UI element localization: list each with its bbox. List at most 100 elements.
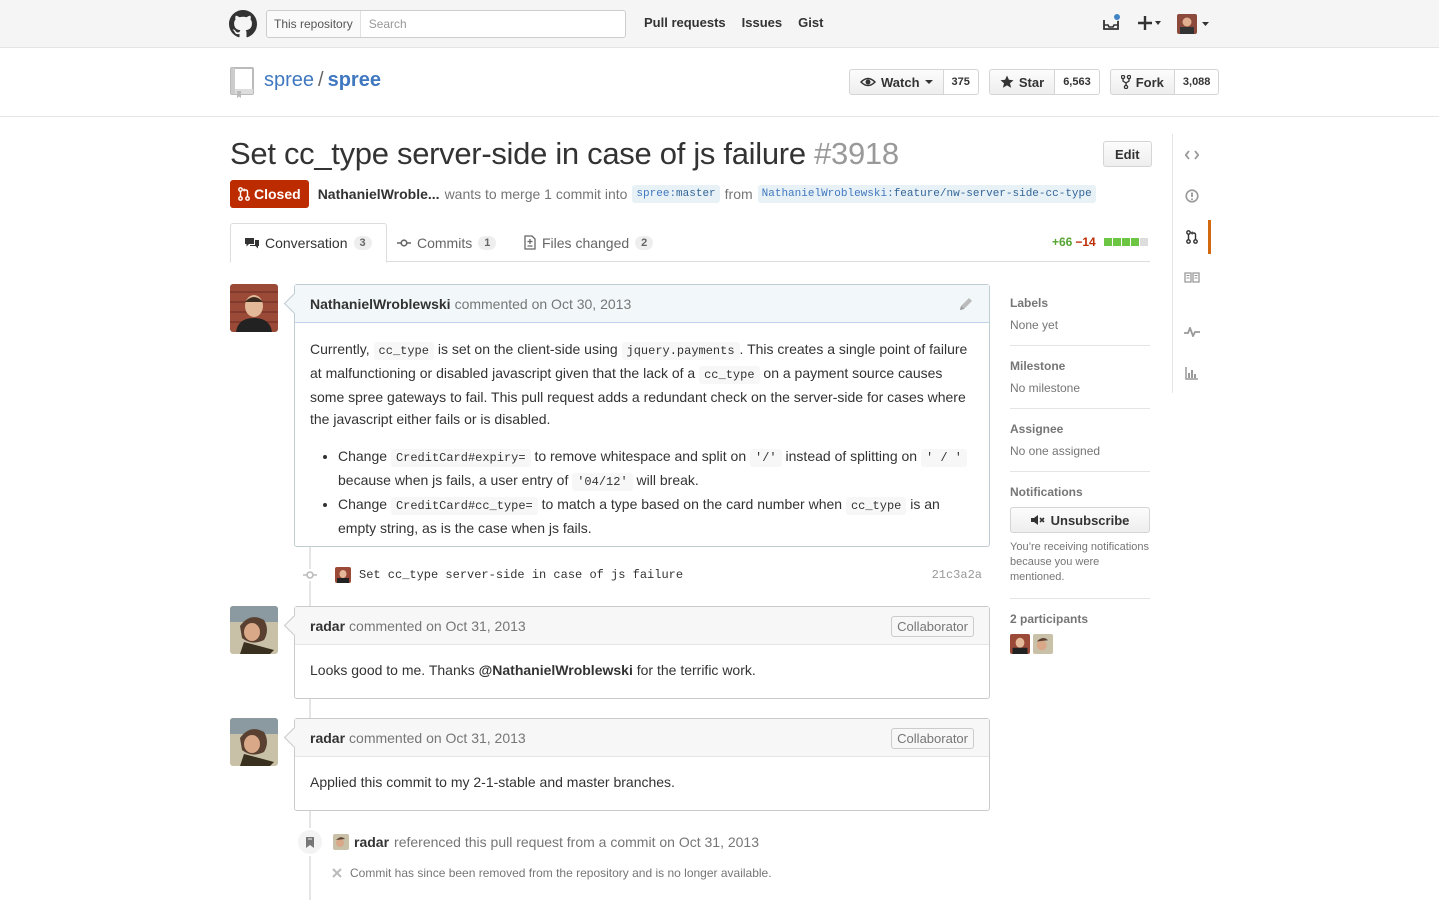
sidebar-assignee[interactable]: Assignee No one assigned: [1010, 409, 1150, 472]
text: will break.: [632, 472, 699, 488]
diffstat-bar: [1103, 235, 1148, 249]
pr-title-text: Set cc_type server-side in case of js fa…: [230, 136, 806, 171]
diffstat-block: [1121, 238, 1130, 246]
star-button[interactable]: Star: [988, 69, 1056, 95]
notifications-note: You’re receiving notifications because y…: [1010, 541, 1150, 583]
author-avatar-image: [230, 284, 278, 332]
comment: radar commented on Oct 31, 2013 Collabor…: [294, 606, 990, 699]
comment-author-link[interactable]: radar: [310, 730, 345, 746]
nav-pull-requests[interactable]: Pull requests: [644, 15, 726, 30]
repo-name-link[interactable]: spree: [328, 69, 381, 91]
fork-count[interactable]: 3,088: [1174, 69, 1220, 95]
reference-event: radar referenced this pull request from …: [296, 828, 759, 856]
tab-conversation[interactable]: Conversation 3: [230, 223, 387, 263]
nav-code[interactable]: [1173, 134, 1210, 175]
tab-files-changed[interactable]: Files changed 2: [524, 223, 654, 262]
avatar[interactable]: [333, 834, 349, 850]
star-label: Star: [1018, 74, 1045, 90]
graph-icon: [1184, 366, 1198, 380]
fork-label: Fork: [1135, 74, 1164, 90]
search-scope-badge: This repository: [267, 11, 361, 37]
git-pull-request-icon: [1185, 229, 1198, 244]
comment-timestamp[interactable]: commented on Oct 31, 2013: [349, 730, 526, 746]
nav-pull-requests-icon[interactable]: [1173, 216, 1211, 257]
head-branch-name: feature/nw-server-side-cc-type: [893, 188, 1092, 200]
base-branch-name: master: [676, 188, 716, 200]
comment-body: Applied this commit to my 2-1-stable and…: [295, 757, 989, 808]
avatar[interactable]: [230, 606, 278, 654]
commit-sha-link[interactable]: 21c3a2a: [932, 568, 982, 582]
avatar[interactable]: [230, 284, 278, 332]
edit-button[interactable]: Edit: [1103, 141, 1152, 167]
x-icon: [332, 868, 342, 878]
comment-timestamp[interactable]: commented on Oct 30, 2013: [455, 296, 632, 312]
sidebar-value: No milestone: [1010, 381, 1081, 395]
watch-count[interactable]: 375: [943, 69, 979, 95]
create-new-icon[interactable]: [1137, 14, 1163, 32]
inline-code: CreditCard#cc_type=: [390, 497, 538, 515]
watch-label: Watch: [881, 74, 920, 90]
text: Change: [338, 448, 391, 464]
avatar[interactable]: [335, 567, 351, 583]
book-icon: [1183, 272, 1200, 283]
sidebar-labels[interactable]: Labels None yet: [1010, 284, 1150, 346]
tab-conversation-label: Conversation: [265, 235, 348, 251]
state-badge: Closed: [230, 180, 309, 208]
mute-icon: [1030, 515, 1045, 525]
star-icon: [1000, 75, 1014, 88]
tab-files-changed-count: 2: [635, 235, 654, 250]
avatar[interactable]: [230, 718, 278, 766]
avatar[interactable]: [1010, 634, 1030, 654]
comment-body: Currently, cc_type is set on the client-…: [295, 323, 989, 554]
repo-owner-link[interactable]: spree: [264, 69, 314, 91]
git-commit-icon: [397, 238, 411, 247]
sidebar-value: None yet: [1010, 318, 1059, 332]
git-pull-request-icon: [238, 187, 250, 201]
git-commit-icon: [302, 569, 318, 581]
comment-timestamp[interactable]: commented on Oct 31, 2013: [349, 618, 526, 634]
sidebar-heading: 2 participants: [1010, 612, 1089, 626]
pr-author-link[interactable]: NathanielWroble...: [318, 186, 440, 202]
github-logo-icon[interactable]: [229, 10, 257, 38]
repo-title-separator: /: [318, 69, 324, 91]
eye-icon: [860, 77, 876, 87]
inline-code: jquery.payments: [621, 342, 740, 360]
bookmark-icon: [296, 828, 324, 856]
head-branch: NathanielWroblewski:feature/nw-server-si…: [757, 185, 1096, 203]
pulse-icon: [1183, 326, 1200, 337]
star-count[interactable]: 6,563: [1055, 69, 1100, 95]
commit-message-link[interactable]: Set cc_type server-side in case of js fa…: [359, 568, 683, 582]
unsubscribe-button[interactable]: Unsubscribe: [1010, 507, 1150, 533]
diffstat-additions: +66: [1052, 235, 1073, 249]
nav-pulse[interactable]: [1173, 311, 1210, 352]
discussion-sidebar: Labels None yet Milestone No milestone A…: [1010, 284, 1150, 667]
avatar[interactable]: [1033, 634, 1053, 654]
nav-gist[interactable]: Gist: [798, 15, 823, 30]
collaborator-avatar-image: [230, 718, 278, 766]
notifications-icon[interactable]: [1102, 14, 1120, 32]
diffstat-block: [1112, 238, 1121, 246]
comment-author-link[interactable]: radar: [310, 618, 345, 634]
diffstat-block: [1130, 238, 1139, 246]
pr-number: #3918: [814, 136, 899, 171]
comment-discussion-icon: [245, 237, 259, 248]
comment-author-link[interactable]: NathanielWroblewski: [310, 296, 451, 312]
watch-button[interactable]: Watch: [849, 69, 944, 95]
nav-issues[interactable]: Issues: [742, 15, 782, 30]
sidebar-milestone[interactable]: Milestone No milestone: [1010, 346, 1150, 409]
user-mention-link[interactable]: @NathanielWroblewski: [479, 662, 633, 678]
user-avatar-menu[interactable]: [1176, 13, 1212, 35]
reference-author-link[interactable]: radar: [354, 834, 389, 850]
nav-graphs[interactable]: [1173, 352, 1210, 393]
tab-commits[interactable]: Commits 1: [397, 223, 497, 262]
tab-files-changed-label: Files changed: [542, 234, 630, 251]
fork-button[interactable]: Fork: [1109, 69, 1175, 95]
search-input[interactable]: [360, 17, 625, 31]
search-box: This repository: [266, 10, 626, 38]
nav-wiki[interactable]: [1173, 257, 1210, 298]
sidebar-notifications: Notifications Unsubscribe You’re receivi…: [1010, 472, 1150, 599]
pencil-icon[interactable]: [958, 296, 974, 312]
sidebar-heading: Labels: [1010, 296, 1049, 310]
nav-issues-icon[interactable]: [1173, 175, 1210, 216]
state-label: Closed: [254, 186, 301, 202]
